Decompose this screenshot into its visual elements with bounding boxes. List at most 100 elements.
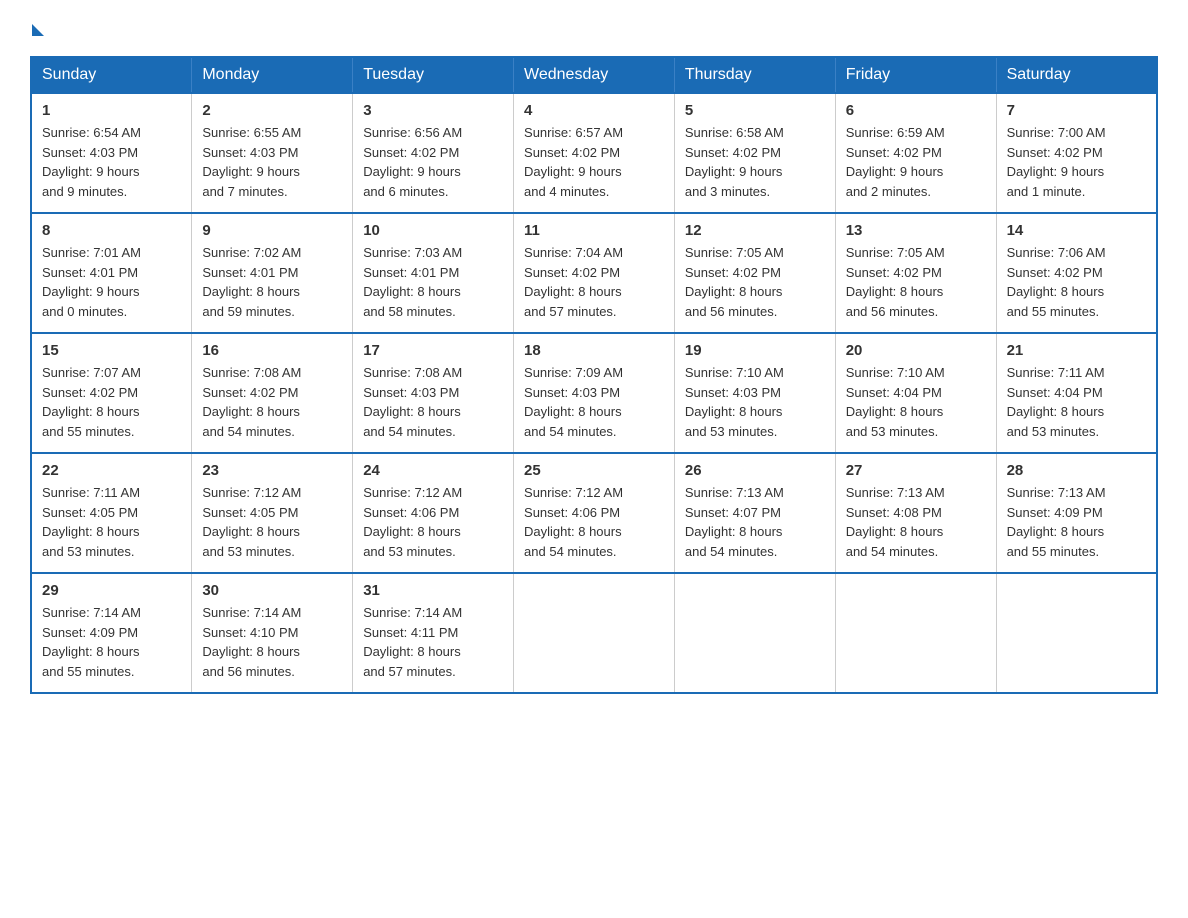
calendar-cell: 7 Sunrise: 7:00 AMSunset: 4:02 PMDayligh… [996,93,1157,213]
day-info: Sunrise: 7:07 AMSunset: 4:02 PMDaylight:… [42,363,181,441]
day-info: Sunrise: 7:11 AMSunset: 4:05 PMDaylight:… [42,483,181,561]
day-info: Sunrise: 7:04 AMSunset: 4:02 PMDaylight:… [524,243,664,321]
calendar-cell: 16 Sunrise: 7:08 AMSunset: 4:02 PMDaylig… [192,333,353,453]
day-number: 31 [363,582,503,599]
day-number: 20 [846,342,986,359]
calendar-cell: 23 Sunrise: 7:12 AMSunset: 4:05 PMDaylig… [192,453,353,573]
day-number: 28 [1007,462,1146,479]
calendar-week-row: 22 Sunrise: 7:11 AMSunset: 4:05 PMDaylig… [31,453,1157,573]
day-info: Sunrise: 7:00 AMSunset: 4:02 PMDaylight:… [1007,123,1146,201]
day-info: Sunrise: 6:59 AMSunset: 4:02 PMDaylight:… [846,123,986,201]
day-info: Sunrise: 6:57 AMSunset: 4:02 PMDaylight:… [524,123,664,201]
calendar-cell [996,573,1157,693]
calendar-cell: 2 Sunrise: 6:55 AMSunset: 4:03 PMDayligh… [192,93,353,213]
day-number: 6 [846,102,986,119]
day-number: 22 [42,462,181,479]
calendar-cell: 22 Sunrise: 7:11 AMSunset: 4:05 PMDaylig… [31,453,192,573]
calendar-cell: 1 Sunrise: 6:54 AMSunset: 4:03 PMDayligh… [31,93,192,213]
day-number: 3 [363,102,503,119]
day-number: 13 [846,222,986,239]
day-of-week-header: Sunday [31,57,192,93]
day-info: Sunrise: 7:14 AMSunset: 4:10 PMDaylight:… [202,603,342,681]
day-number: 30 [202,582,342,599]
calendar-cell: 12 Sunrise: 7:05 AMSunset: 4:02 PMDaylig… [674,213,835,333]
calendar-cell: 14 Sunrise: 7:06 AMSunset: 4:02 PMDaylig… [996,213,1157,333]
day-info: Sunrise: 7:11 AMSunset: 4:04 PMDaylight:… [1007,363,1146,441]
day-number: 19 [685,342,825,359]
day-number: 23 [202,462,342,479]
day-number: 5 [685,102,825,119]
day-info: Sunrise: 7:06 AMSunset: 4:02 PMDaylight:… [1007,243,1146,321]
day-info: Sunrise: 7:05 AMSunset: 4:02 PMDaylight:… [846,243,986,321]
day-info: Sunrise: 7:12 AMSunset: 4:06 PMDaylight:… [363,483,503,561]
day-info: Sunrise: 7:08 AMSunset: 4:03 PMDaylight:… [363,363,503,441]
day-number: 17 [363,342,503,359]
calendar-cell: 24 Sunrise: 7:12 AMSunset: 4:06 PMDaylig… [353,453,514,573]
day-info: Sunrise: 7:02 AMSunset: 4:01 PMDaylight:… [202,243,342,321]
day-of-week-header: Saturday [996,57,1157,93]
calendar-cell: 18 Sunrise: 7:09 AMSunset: 4:03 PMDaylig… [514,333,675,453]
calendar-cell: 28 Sunrise: 7:13 AMSunset: 4:09 PMDaylig… [996,453,1157,573]
calendar-week-row: 1 Sunrise: 6:54 AMSunset: 4:03 PMDayligh… [31,93,1157,213]
day-number: 4 [524,102,664,119]
day-info: Sunrise: 7:08 AMSunset: 4:02 PMDaylight:… [202,363,342,441]
day-number: 16 [202,342,342,359]
calendar-cell [674,573,835,693]
day-info: Sunrise: 6:58 AMSunset: 4:02 PMDaylight:… [685,123,825,201]
day-info: Sunrise: 7:13 AMSunset: 4:08 PMDaylight:… [846,483,986,561]
day-number: 24 [363,462,503,479]
day-number: 18 [524,342,664,359]
calendar-cell: 19 Sunrise: 7:10 AMSunset: 4:03 PMDaylig… [674,333,835,453]
day-info: Sunrise: 7:01 AMSunset: 4:01 PMDaylight:… [42,243,181,321]
day-info: Sunrise: 7:14 AMSunset: 4:09 PMDaylight:… [42,603,181,681]
calendar-cell: 13 Sunrise: 7:05 AMSunset: 4:02 PMDaylig… [835,213,996,333]
day-info: Sunrise: 6:56 AMSunset: 4:02 PMDaylight:… [363,123,503,201]
day-info: Sunrise: 7:05 AMSunset: 4:02 PMDaylight:… [685,243,825,321]
day-number: 2 [202,102,342,119]
day-number: 14 [1007,222,1146,239]
calendar-cell [835,573,996,693]
day-of-week-header: Tuesday [353,57,514,93]
day-number: 7 [1007,102,1146,119]
page-header [30,20,1158,36]
day-number: 8 [42,222,181,239]
calendar-cell: 29 Sunrise: 7:14 AMSunset: 4:09 PMDaylig… [31,573,192,693]
calendar-cell: 5 Sunrise: 6:58 AMSunset: 4:02 PMDayligh… [674,93,835,213]
day-of-week-header: Monday [192,57,353,93]
calendar-week-row: 15 Sunrise: 7:07 AMSunset: 4:02 PMDaylig… [31,333,1157,453]
day-of-week-header: Thursday [674,57,835,93]
day-info: Sunrise: 7:03 AMSunset: 4:01 PMDaylight:… [363,243,503,321]
day-number: 12 [685,222,825,239]
day-number: 21 [1007,342,1146,359]
day-number: 25 [524,462,664,479]
day-info: Sunrise: 7:13 AMSunset: 4:07 PMDaylight:… [685,483,825,561]
calendar-cell: 17 Sunrise: 7:08 AMSunset: 4:03 PMDaylig… [353,333,514,453]
day-info: Sunrise: 7:13 AMSunset: 4:09 PMDaylight:… [1007,483,1146,561]
day-number: 26 [685,462,825,479]
day-info: Sunrise: 7:12 AMSunset: 4:05 PMDaylight:… [202,483,342,561]
calendar-cell [514,573,675,693]
day-of-week-header: Friday [835,57,996,93]
calendar-cell: 8 Sunrise: 7:01 AMSunset: 4:01 PMDayligh… [31,213,192,333]
calendar-cell: 9 Sunrise: 7:02 AMSunset: 4:01 PMDayligh… [192,213,353,333]
day-info: Sunrise: 7:10 AMSunset: 4:04 PMDaylight:… [846,363,986,441]
calendar-cell: 4 Sunrise: 6:57 AMSunset: 4:02 PMDayligh… [514,93,675,213]
calendar-cell: 6 Sunrise: 6:59 AMSunset: 4:02 PMDayligh… [835,93,996,213]
day-info: Sunrise: 6:55 AMSunset: 4:03 PMDaylight:… [202,123,342,201]
day-of-week-header: Wednesday [514,57,675,93]
calendar-cell: 10 Sunrise: 7:03 AMSunset: 4:01 PMDaylig… [353,213,514,333]
calendar-cell: 15 Sunrise: 7:07 AMSunset: 4:02 PMDaylig… [31,333,192,453]
day-info: Sunrise: 7:10 AMSunset: 4:03 PMDaylight:… [685,363,825,441]
calendar-cell: 11 Sunrise: 7:04 AMSunset: 4:02 PMDaylig… [514,213,675,333]
calendar-table: SundayMondayTuesdayWednesdayThursdayFrid… [30,56,1158,694]
calendar-header-row: SundayMondayTuesdayWednesdayThursdayFrid… [31,57,1157,93]
calendar-cell: 27 Sunrise: 7:13 AMSunset: 4:08 PMDaylig… [835,453,996,573]
calendar-week-row: 29 Sunrise: 7:14 AMSunset: 4:09 PMDaylig… [31,573,1157,693]
day-number: 1 [42,102,181,119]
day-number: 15 [42,342,181,359]
logo-arrow-icon [32,24,44,36]
calendar-cell: 25 Sunrise: 7:12 AMSunset: 4:06 PMDaylig… [514,453,675,573]
calendar-cell: 30 Sunrise: 7:14 AMSunset: 4:10 PMDaylig… [192,573,353,693]
day-info: Sunrise: 6:54 AMSunset: 4:03 PMDaylight:… [42,123,181,201]
calendar-week-row: 8 Sunrise: 7:01 AMSunset: 4:01 PMDayligh… [31,213,1157,333]
